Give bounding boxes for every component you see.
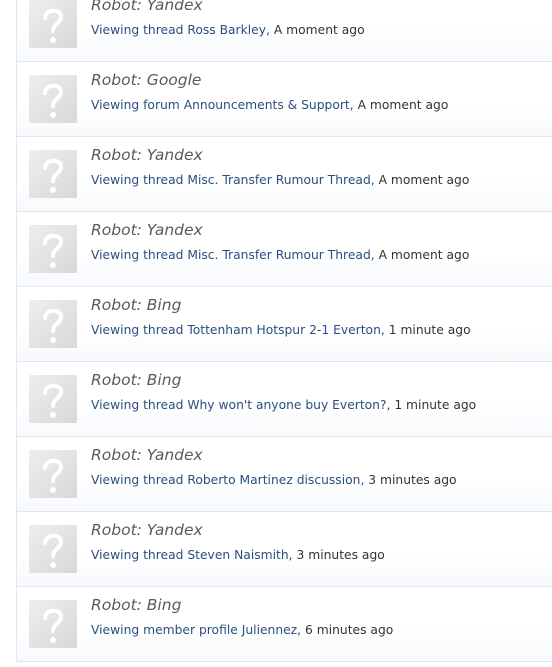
avatar[interactable] [29,525,77,573]
avatar[interactable] [29,300,77,348]
member-activity: Viewing thread Why won't anyone buy Ever… [91,398,477,412]
activity-time: A moment ago [357,98,449,112]
member-name[interactable]: Robot: Bing [91,296,181,314]
activity-target-link[interactable]: Why won't anyone buy Everton? [187,398,386,412]
question-mark-placeholder-icon [43,608,64,643]
member-activity: Viewing forum Announcements & Support, A… [91,98,449,112]
list-item: Robot: Yandex Viewing thread Steven Nais… [17,512,552,587]
question-mark-placeholder-icon [43,233,64,268]
activity-target-link[interactable]: Ross Barkley [187,23,266,37]
member-activity: Viewing member profile Juliennez, 6 minu… [91,623,394,637]
activity-time: 1 minute ago [394,398,477,412]
list-item: Robot: Bing Viewing thread Tottenham Hot… [17,287,552,362]
activity-action: Viewing thread [91,548,184,562]
question-mark-placeholder-icon [43,533,64,568]
question-mark-placeholder-icon [43,8,64,43]
activity-action: Viewing thread [91,248,184,262]
avatar[interactable] [29,75,77,123]
list-item: Robot: Yandex Viewing thread Misc. Trans… [17,137,552,212]
member-activity: Viewing thread Misc. Transfer Rumour Thr… [91,173,470,187]
member-activity: Viewing thread Tottenham Hotspur 2-1 Eve… [91,323,471,337]
avatar[interactable] [29,450,77,498]
activity-time: 3 minutes ago [368,473,457,487]
list-item: Robot: Bing Viewing thread Why won't any… [17,362,552,437]
member-name[interactable]: Robot: Yandex [91,0,203,14]
member-name[interactable]: Robot: Yandex [91,146,203,164]
activity-time: 6 minutes ago [305,623,394,637]
member-name[interactable]: Robot: Yandex [91,221,203,239]
member-activity: Viewing thread Roberto Martinez discussi… [91,473,457,487]
activity-action: Viewing forum [91,98,180,112]
avatar[interactable] [29,225,77,273]
avatar[interactable] [29,150,77,198]
activity-action: Viewing thread [91,473,184,487]
member-name[interactable]: Robot: Yandex [91,521,203,539]
avatar[interactable] [29,600,77,648]
member-activity: Viewing thread Ross Barkley, A moment ag… [91,23,365,37]
question-mark-placeholder-icon [43,83,64,118]
member-activity: Viewing thread Steven Naismith, 3 minute… [91,548,385,562]
activity-target-link[interactable]: Juliennez [242,623,297,637]
member-name[interactable]: Robot: Bing [91,371,181,389]
list-item: Robot: Google Viewing forum Announcement… [17,62,552,137]
activity-action: Viewing member profile [91,623,238,637]
member-list: Robot: Yandex Viewing thread Ross Barkle… [16,0,552,662]
question-mark-placeholder-icon [43,383,64,418]
list-item: Robot: Bing Viewing member profile Julie… [17,587,552,662]
member-name[interactable]: Robot: Bing [91,596,181,614]
list-item: Robot: Yandex Viewing thread Misc. Trans… [17,212,552,287]
activity-target-link[interactable]: Steven Naismith [187,548,288,562]
member-activity: Viewing thread Misc. Transfer Rumour Thr… [91,248,470,262]
activity-time: A moment ago [273,23,365,37]
activity-target-link[interactable]: Misc. Transfer Rumour Thread [187,248,370,262]
question-mark-placeholder-icon [43,308,64,343]
list-item: Robot: Yandex Viewing thread Ross Barkle… [17,0,552,62]
avatar[interactable] [29,0,77,48]
activity-action: Viewing thread [91,23,184,37]
activity-action: Viewing thread [91,173,184,187]
avatar[interactable] [29,375,77,423]
activity-action: Viewing thread [91,323,184,337]
activity-target-link[interactable]: Tottenham Hotspur 2-1 Everton [187,323,381,337]
activity-action: Viewing thread [91,398,184,412]
question-mark-placeholder-icon [43,158,64,193]
activity-target-link[interactable]: Misc. Transfer Rumour Thread [187,173,370,187]
online-members-panel: Robot: Yandex Viewing thread Ross Barkle… [0,0,552,667]
activity-target-link[interactable]: Announcements & Support [184,98,350,112]
activity-target-link[interactable]: Roberto Martinez discussion [187,473,360,487]
activity-time: 3 minutes ago [296,548,385,562]
question-mark-placeholder-icon [43,458,64,493]
activity-time: A moment ago [378,248,470,262]
list-item: Robot: Yandex Viewing thread Roberto Mar… [17,437,552,512]
member-name[interactable]: Robot: Yandex [91,446,203,464]
member-name[interactable]: Robot: Google [91,71,201,89]
activity-time: 1 minute ago [388,323,471,337]
activity-time: A moment ago [378,173,470,187]
